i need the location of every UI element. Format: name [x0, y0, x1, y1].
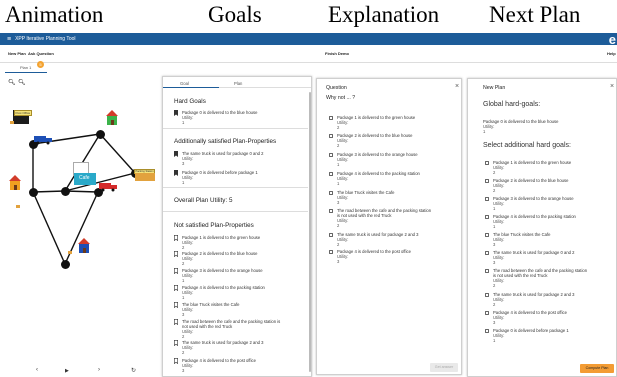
next-step-icon[interactable]: › — [98, 367, 100, 373]
tab-underline — [5, 72, 47, 73]
goals-tabs: Goal Plan — [163, 77, 311, 88]
bookmark-outline-icon — [174, 358, 178, 364]
select-hard-goals-title: Select additional hard goals: — [483, 142, 571, 149]
checkbox[interactable] — [329, 209, 333, 213]
orange-house — [9, 175, 21, 190]
tab-indicator — [163, 87, 219, 88]
package-icon — [10, 121, 14, 124]
packing-station-building — [135, 173, 155, 181]
get-answer-button[interactable]: Get answer — [430, 363, 458, 372]
hard-goals-title: Hard Goals — [174, 98, 206, 105]
red-truck-icon — [99, 183, 117, 192]
package-icon — [16, 205, 20, 208]
why-not-label: Why not ... ? — [326, 95, 356, 101]
checkbox[interactable] — [329, 172, 333, 176]
caption-goals: Goals — [208, 2, 262, 27]
finish-demo-button[interactable]: Finish Demo — [325, 51, 349, 56]
checkbox[interactable] — [329, 191, 333, 195]
checkbox[interactable] — [329, 116, 333, 120]
compute-plan-button[interactable]: Compute Plan — [580, 364, 614, 373]
checkbox[interactable] — [485, 215, 489, 219]
question-title: Question — [326, 85, 347, 91]
not-satisfied-title: Not satisfied Plan-Properties — [174, 222, 254, 229]
checkbox[interactable] — [485, 161, 489, 165]
overall-utility: Overall Plan Utility: 5 — [174, 197, 233, 204]
plan-tab-row: Plan 1 5 — [0, 61, 617, 73]
bookmark-outline-icon — [174, 340, 178, 346]
checkbox[interactable] — [485, 329, 489, 333]
map-area: 🔍︎ 🔍︎ Post Office Cafe Packing Station — [0, 74, 160, 377]
bookmark-filled-icon — [174, 151, 178, 157]
app-title: XPP Iterative Planning Tool — [15, 36, 76, 42]
checkbox[interactable] — [485, 197, 489, 201]
tab-goal[interactable]: Goal — [180, 81, 189, 86]
road-node — [29, 188, 38, 197]
checkbox[interactable] — [329, 134, 333, 138]
checkbox[interactable] — [485, 251, 489, 255]
reload-icon[interactable]: ↻ — [131, 367, 136, 374]
post-office-label: Post Office — [14, 110, 32, 116]
checkbox[interactable] — [485, 311, 489, 315]
bookmark-outline-icon — [174, 302, 178, 308]
new-plan-panel: New Plan × Global hard-goals: Package 0 … — [467, 78, 617, 377]
ask-question-button[interactable]: Ask Question — [28, 51, 54, 56]
road-node — [61, 260, 70, 269]
checkbox[interactable] — [329, 250, 333, 254]
bookmark-filled-icon — [174, 170, 178, 176]
bookmark-filled-icon — [174, 110, 178, 116]
divider — [163, 187, 308, 188]
question-panel: Question × Why not ... ? Package 1 is de… — [316, 78, 462, 375]
checkbox[interactable] — [485, 293, 489, 297]
help-button[interactable]: Help — [607, 51, 616, 56]
close-icon[interactable]: × — [455, 83, 459, 90]
play-icon[interactable]: ▶ — [65, 368, 69, 374]
new-plan-button[interactable]: New Plan — [8, 51, 26, 56]
divider — [163, 128, 308, 129]
menu-icon[interactable]: ≡ — [7, 36, 11, 43]
checkbox[interactable] — [485, 269, 489, 273]
checkbox[interactable] — [485, 233, 489, 237]
bookmark-outline-icon — [174, 285, 178, 291]
bookmark-outline-icon — [174, 319, 178, 325]
divider — [163, 211, 308, 212]
toolbar: New Plan Ask Question Finish Demo Help — [0, 45, 617, 63]
caption-animation: Animation — [5, 2, 104, 27]
blue-truck-icon — [34, 136, 52, 145]
new-plan-title: New Plan — [483, 85, 506, 91]
goals-panel: Goal Plan Hard Goals Package 0 is delive… — [162, 76, 312, 377]
package-icon — [68, 251, 72, 254]
tab-plan-1[interactable]: Plan 1 — [20, 65, 31, 70]
cafe-label: Cafe — [79, 175, 90, 181]
checkbox[interactable] — [329, 233, 333, 237]
global-hard-goals-title: Global hard-goals: — [483, 101, 541, 108]
additional-title: Additionally satisfied Plan-Properties — [174, 138, 277, 145]
bookmark-outline-icon — [174, 268, 178, 274]
previous-step-icon[interactable]: ‹ — [36, 367, 38, 373]
bookmark-outline-icon — [174, 251, 178, 257]
green-house — [106, 110, 118, 125]
caption-next-plan: Next Plan — [489, 2, 581, 27]
app-bar: ≡ XPP Iterative Planning Tool e — [0, 32, 617, 47]
road-node — [61, 187, 70, 196]
caption-explanation: Explanation — [328, 2, 440, 27]
checkbox[interactable] — [485, 179, 489, 183]
tab-plan[interactable]: Plan — [234, 81, 242, 86]
close-icon[interactable]: × — [610, 83, 614, 90]
road-node — [96, 130, 105, 139]
blue-house — [78, 238, 90, 253]
checkbox[interactable] — [329, 153, 333, 157]
scrollbar[interactable] — [309, 92, 311, 372]
bookmark-outline-icon — [174, 235, 178, 241]
plan-badge: 5 — [37, 61, 44, 68]
